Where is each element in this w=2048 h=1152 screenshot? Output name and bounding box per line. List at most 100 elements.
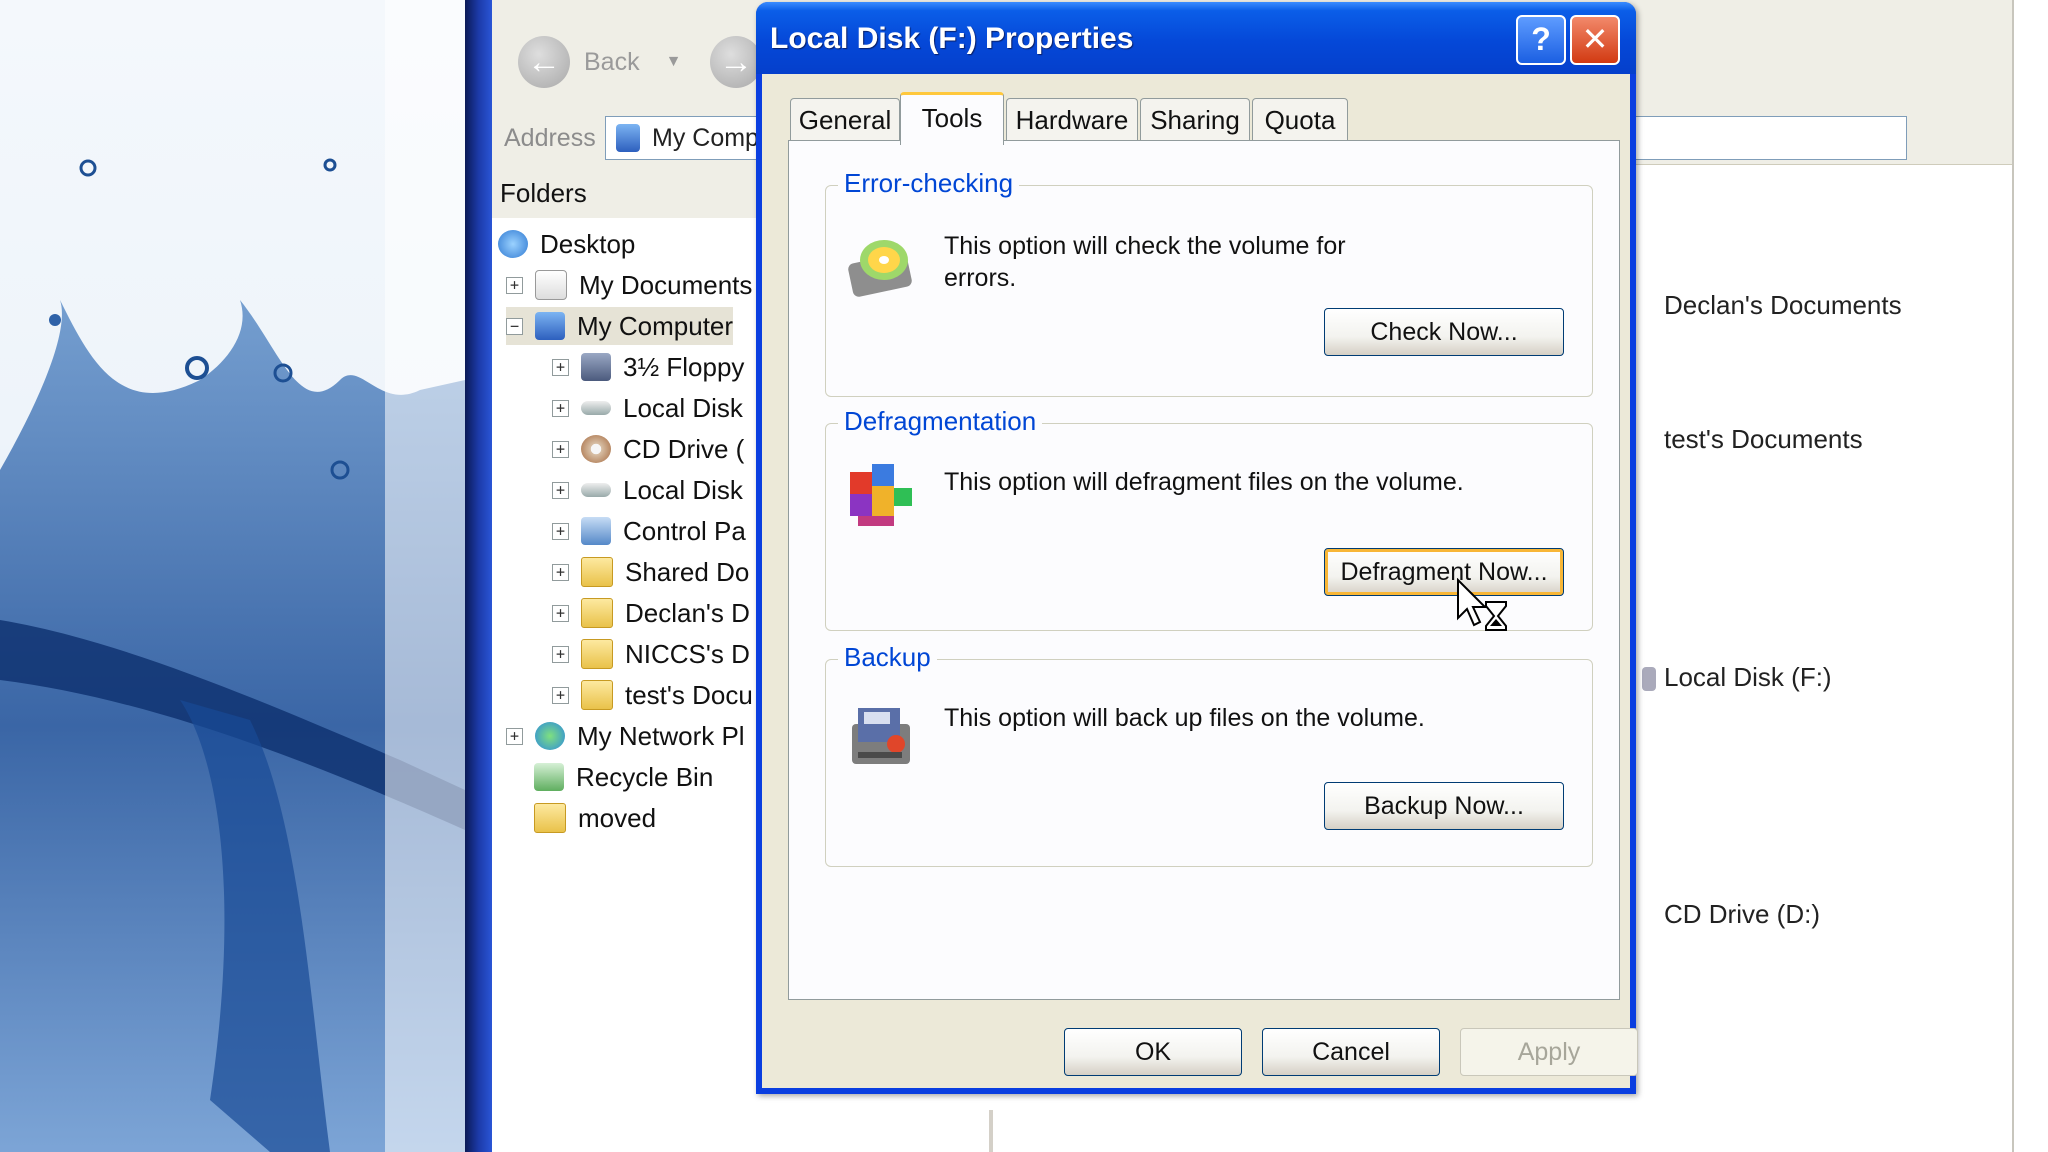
pane-divider (989, 1110, 993, 1152)
tree-item-label: NICCS's D (625, 638, 750, 669)
tree-item-label: Local Disk (623, 474, 743, 505)
check-now-button[interactable]: Check Now... (1324, 308, 1564, 356)
defragmentation-label: Defragmentation (838, 406, 1043, 437)
tab-quota[interactable]: Quota (1252, 98, 1348, 141)
back-label: Back (584, 47, 640, 76)
cd-drive-icon (581, 435, 611, 463)
expand-icon[interactable]: + (552, 563, 569, 581)
back-dropdown-icon[interactable]: ▼ (666, 53, 682, 71)
tree-item-cd-drive[interactable]: + CD Drive ( (552, 430, 744, 468)
folders-title: Folders (500, 178, 587, 208)
hard-drive-icon (1642, 667, 1656, 692)
tree-item-floppy[interactable]: + 3½ Floppy (552, 348, 744, 386)
item-tests-documents[interactable]: test's Documents (1664, 424, 1863, 455)
tree-item-tests-documents[interactable]: + test's Docu (552, 676, 753, 714)
tree-item-my-documents[interactable]: + My Documents (506, 266, 752, 304)
forward-arrow-icon: → (710, 36, 762, 88)
my-computer-icon (535, 312, 565, 340)
tree-item-declans-documents[interactable]: + Declan's D (552, 594, 750, 632)
tree-item-label: Desktop (540, 228, 636, 259)
dialog-titlebar[interactable]: Local Disk (F:) Properties ? ✕ (756, 2, 1636, 74)
defragment-icon (850, 464, 912, 526)
tab-label: Sharing (1150, 105, 1240, 135)
tab-label: Hardware (1015, 105, 1129, 135)
network-places-icon (535, 722, 565, 750)
help-icon: ? (1531, 21, 1551, 57)
tab-label: General (798, 105, 892, 135)
taskbar-edge (465, 0, 492, 1152)
tab-label: Quota (1264, 105, 1336, 135)
tree-item-label: Local Disk (623, 392, 743, 423)
item-cd-drive-d[interactable]: CD Drive (D:) (1664, 899, 1820, 930)
expand-icon[interactable]: + (506, 727, 523, 745)
close-button[interactable]: ✕ (1570, 15, 1620, 65)
tree-item-label: Declan's D (625, 597, 750, 628)
properties-dialog: Local Disk (F:) Properties ? ✕ General T… (756, 2, 1638, 1094)
desktop-icon (498, 230, 528, 258)
backup-icon (852, 708, 910, 764)
tree-item-recycle-bin[interactable]: Recycle Bin (534, 758, 713, 796)
apply-button[interactable]: Apply (1460, 1028, 1638, 1076)
backup-label: Backup (838, 642, 937, 673)
folder-icon (581, 557, 613, 587)
tree-item-label: 3½ Floppy (623, 351, 745, 382)
desktop-wallpaper (0, 0, 465, 1152)
expand-icon[interactable]: + (552, 645, 569, 663)
item-label: Declan's Documents (1664, 290, 1902, 320)
hard-drive-icon (581, 401, 611, 415)
expand-icon[interactable]: + (552, 399, 569, 417)
tree-item-label: CD Drive ( (623, 433, 745, 464)
dialog-title: Local Disk (F:) Properties (770, 22, 1134, 55)
tree-item-label: Control Pa (623, 515, 746, 546)
item-local-disk-f[interactable]: Local Disk (F:) (1642, 662, 1832, 693)
folder-icon (581, 680, 613, 710)
expand-icon[interactable]: + (552, 440, 569, 458)
tree-item-moved[interactable]: moved (534, 799, 656, 837)
my-computer-icon (616, 124, 640, 152)
recycle-bin-icon (534, 763, 564, 791)
collapse-icon[interactable]: − (506, 317, 523, 335)
tree-item-my-network-places[interactable]: + My Network Pl (506, 717, 745, 755)
folder-icon (581, 598, 613, 628)
tree-item-desktop[interactable]: Desktop (498, 225, 635, 263)
expand-icon[interactable]: + (552, 481, 569, 499)
tab-hardware[interactable]: Hardware (1006, 98, 1138, 141)
folders-pane-header: Folders (492, 164, 762, 218)
folder-icon (534, 803, 566, 833)
ok-button[interactable]: OK (1064, 1028, 1242, 1076)
help-button[interactable]: ? (1516, 15, 1566, 65)
item-label: CD Drive (D:) (1664, 899, 1820, 929)
cancel-button[interactable]: Cancel (1262, 1028, 1440, 1076)
tree-item-my-computer[interactable]: − My Computer (506, 307, 734, 345)
tree-item-local-disk-2[interactable]: + Local Disk (552, 471, 743, 509)
backup-now-button[interactable]: Backup Now... (1324, 782, 1564, 830)
expand-icon[interactable]: + (552, 522, 569, 540)
expand-icon[interactable]: + (552, 358, 569, 376)
my-documents-icon (535, 270, 567, 300)
item-declans-documents[interactable]: Declan's Documents (1664, 290, 1902, 321)
window-edge (2012, 0, 2014, 1152)
tree-item-label: Recycle Bin (576, 761, 714, 792)
tree-item-shared-documents[interactable]: + Shared Do (552, 553, 749, 591)
address-value: My Comp (652, 123, 759, 152)
close-icon: ✕ (1581, 21, 1609, 57)
tools-tab-panel: Error-checking This option will check th… (788, 140, 1620, 1000)
hard-drive-icon (581, 483, 611, 497)
tree-item-label: My Network Pl (577, 720, 745, 751)
expand-icon[interactable]: + (506, 276, 523, 294)
back-button[interactable]: ← Back ▼ (518, 34, 681, 90)
busy-cursor-icon (1457, 578, 1507, 631)
tree-item-niccs-documents[interactable]: + NICCS's D (552, 635, 750, 673)
tab-tools[interactable]: Tools (900, 92, 1004, 145)
expand-icon[interactable]: + (552, 686, 569, 704)
defragment-now-button[interactable]: Defragment Now... (1324, 548, 1564, 596)
tab-general[interactable]: General (790, 98, 900, 141)
tab-sharing[interactable]: Sharing (1140, 98, 1250, 141)
floppy-drive-icon (581, 353, 611, 381)
tree-item-local-disk[interactable]: + Local Disk (552, 389, 743, 427)
tab-label: Tools (921, 103, 983, 133)
tree-item-label: My Documents (579, 269, 753, 300)
tree-item-control-panel[interactable]: + Control Pa (552, 512, 746, 550)
error-checking-group: Error-checking This option will check th… (825, 168, 1593, 397)
expand-icon[interactable]: + (552, 604, 569, 622)
